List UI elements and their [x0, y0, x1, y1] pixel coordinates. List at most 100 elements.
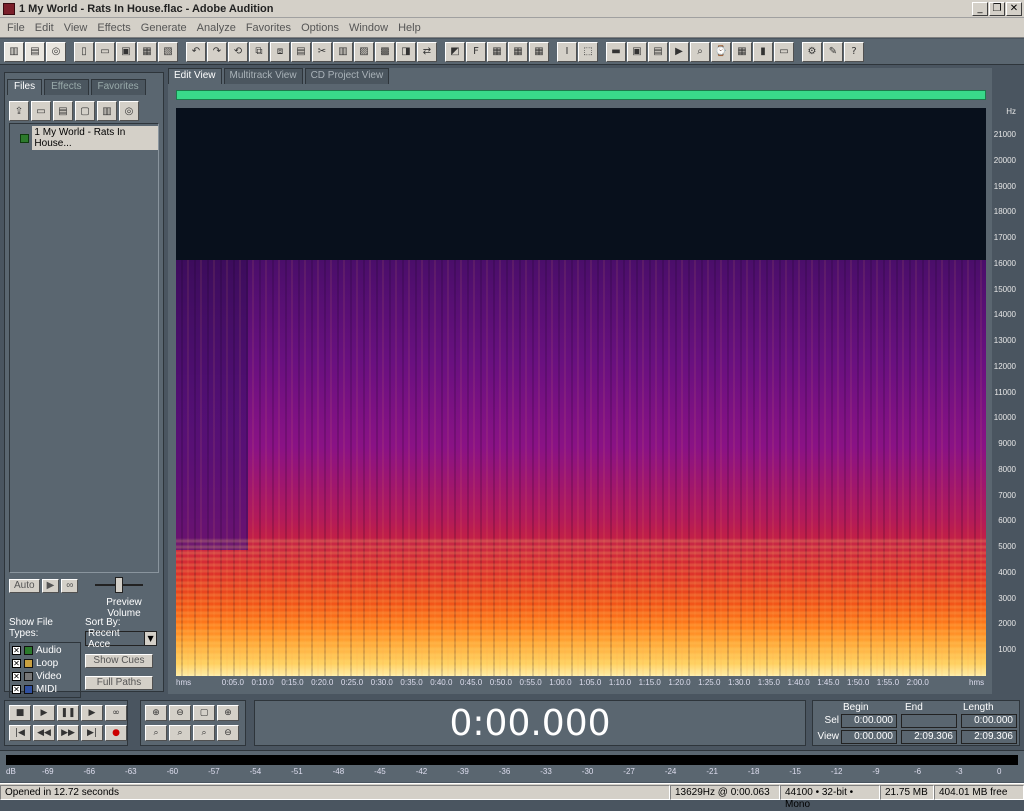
- close-button[interactable]: ✕: [1006, 1, 1022, 16]
- meter-icon[interactable]: ▦: [732, 41, 752, 62]
- fast-forward-icon[interactable]: ▶▶: [57, 725, 79, 741]
- loop-checkbox[interactable]: ✕: [12, 659, 21, 668]
- timeline-icon[interactable]: ▭: [774, 41, 794, 62]
- sel-length-field[interactable]: 0:00.000: [961, 714, 1017, 728]
- minimize-button[interactable]: _: [972, 1, 988, 16]
- sel-end-field[interactable]: [901, 714, 957, 728]
- menu-favorites[interactable]: Favorites: [241, 22, 296, 34]
- insert-multitrack-icon[interactable]: ▤: [53, 101, 73, 121]
- midi-checkbox[interactable]: ✕: [12, 685, 21, 694]
- time-selection-tool-icon[interactable]: I: [557, 41, 577, 62]
- script-icon[interactable]: ✎: [823, 41, 843, 62]
- overview-bar[interactable]: [176, 90, 986, 100]
- full-paths-button[interactable]: Full Paths: [85, 676, 153, 690]
- spectral-display[interactable]: [176, 108, 986, 676]
- marquee-tool-icon[interactable]: ⬚: [578, 41, 598, 62]
- menu-generate[interactable]: Generate: [136, 22, 192, 34]
- import-file-icon[interactable]: ⇪: [9, 101, 29, 121]
- list-item[interactable]: 1 My World - Rats In House...: [20, 126, 158, 150]
- pause-icon[interactable]: ❚❚: [57, 705, 79, 721]
- go-to-start-icon[interactable]: |◀: [9, 725, 31, 741]
- playlist-icon[interactable]: ▦: [508, 41, 528, 62]
- zoom-left-icon[interactable]: ⌕: [145, 725, 167, 741]
- settings-icon[interactable]: ⚙: [802, 41, 822, 62]
- menu-effects[interactable]: Effects: [92, 22, 135, 34]
- view-length-field[interactable]: 2:09.306: [961, 730, 1017, 744]
- spectral-view-icon[interactable]: ◩: [445, 41, 465, 62]
- preview-loop-button[interactable]: ∞: [61, 579, 79, 593]
- go-to-end-icon[interactable]: ▶|: [81, 725, 103, 741]
- loop-play-icon[interactable]: ∞: [105, 705, 127, 721]
- zoom-out-vertical-icon[interactable]: ⊖: [217, 725, 239, 741]
- menu-help[interactable]: Help: [393, 22, 426, 34]
- audio-checkbox[interactable]: ✕: [12, 646, 21, 655]
- menu-view[interactable]: View: [59, 22, 93, 34]
- cd-insert-icon[interactable]: ◎: [119, 101, 139, 121]
- play-icon[interactable]: ▶: [33, 705, 55, 721]
- multitrack-view-icon[interactable]: ▤: [25, 41, 45, 62]
- play-list-icon[interactable]: ▶: [669, 41, 689, 62]
- phase-analysis-icon[interactable]: ▣: [627, 41, 647, 62]
- frequency-analysis-icon[interactable]: ▬: [606, 41, 626, 62]
- restore-button[interactable]: ❐: [989, 1, 1005, 16]
- save-icon[interactable]: ▦: [137, 41, 157, 62]
- convert-icon[interactable]: ⇄: [417, 41, 437, 62]
- record-icon[interactable]: ●: [105, 725, 127, 741]
- auto-play-button[interactable]: Auto: [9, 579, 40, 593]
- redo-icon[interactable]: ↷: [207, 41, 227, 62]
- level-meter-icon[interactable]: ▮: [753, 41, 773, 62]
- close-file-icon[interactable]: ▢: [75, 101, 95, 121]
- edit-file-icon[interactable]: ▥: [97, 101, 117, 121]
- zoom-in-icon[interactable]: ⊕: [145, 705, 167, 721]
- tab-edit-view[interactable]: Edit View: [168, 68, 222, 84]
- tab-multitrack-view[interactable]: Multitrack View: [223, 68, 303, 84]
- volume-knob[interactable]: [115, 577, 123, 593]
- paste-new-icon[interactable]: ▥: [333, 41, 353, 62]
- open-append-icon[interactable]: ▣: [116, 41, 136, 62]
- trim-icon[interactable]: ▩: [375, 41, 395, 62]
- zoom-selection-icon[interactable]: ⌕: [193, 725, 215, 741]
- view-end-field[interactable]: 2:09.306: [901, 730, 957, 744]
- menu-window[interactable]: Window: [344, 22, 393, 34]
- copy-icon[interactable]: ⧉: [249, 41, 269, 62]
- marker-icon[interactable]: F: [466, 41, 486, 62]
- time-display-icon[interactable]: ⌚: [711, 41, 731, 62]
- zoom-full-icon[interactable]: ▢: [193, 705, 215, 721]
- open-file-icon[interactable]: ▭: [95, 41, 115, 62]
- tab-favorites[interactable]: Favorites: [90, 79, 146, 95]
- preview-play-button[interactable]: ▶: [41, 579, 60, 593]
- help-icon[interactable]: ?: [844, 41, 864, 62]
- paste-icon[interactable]: ▤: [291, 41, 311, 62]
- sort-select[interactable]: Recent Acce ▼: [85, 628, 157, 650]
- zoom-in-vertical-icon[interactable]: ⊕: [217, 705, 239, 721]
- undo-icon[interactable]: ↶: [186, 41, 206, 62]
- tab-files[interactable]: Files: [7, 79, 43, 95]
- menu-analyze[interactable]: Analyze: [192, 22, 241, 34]
- cut-icon[interactable]: ✂: [312, 41, 332, 62]
- show-cues-button[interactable]: Show Cues: [85, 654, 153, 668]
- view-begin-field[interactable]: 0:00.000: [841, 730, 897, 744]
- zoom-tool-icon[interactable]: ⌕: [690, 41, 710, 62]
- play-to-end-icon[interactable]: ▶: [81, 705, 103, 721]
- tab-effects[interactable]: Effects: [44, 79, 89, 95]
- mix-paste-icon[interactable]: ▨: [354, 41, 374, 62]
- tab-cd-project-view[interactable]: CD Project View: [304, 68, 390, 84]
- rewind-icon[interactable]: ◀◀: [33, 725, 55, 741]
- sel-begin-field[interactable]: 0:00.000: [841, 714, 897, 728]
- copy-new-icon[interactable]: ⧈: [270, 41, 290, 62]
- batch-icon[interactable]: ▦: [529, 41, 549, 62]
- repeat-icon[interactable]: ⟲: [228, 41, 248, 62]
- chevron-down-icon[interactable]: ▼: [144, 632, 156, 645]
- zoom-out-icon[interactable]: ⊖: [169, 705, 191, 721]
- menu-file[interactable]: File: [2, 22, 30, 34]
- cue-list-icon[interactable]: ▦: [487, 41, 507, 62]
- open-folder-icon[interactable]: ▭: [31, 101, 51, 121]
- stop-icon[interactable]: ■: [9, 705, 31, 721]
- menu-options[interactable]: Options: [296, 22, 344, 34]
- new-file-icon[interactable]: ▯: [74, 41, 94, 62]
- save-as-icon[interactable]: ▧: [158, 41, 178, 62]
- delete-silence-icon[interactable]: ◨: [396, 41, 416, 62]
- statistics-icon[interactable]: ▤: [648, 41, 668, 62]
- video-checkbox[interactable]: ✕: [12, 672, 21, 681]
- cd-view-icon[interactable]: ◎: [46, 41, 66, 62]
